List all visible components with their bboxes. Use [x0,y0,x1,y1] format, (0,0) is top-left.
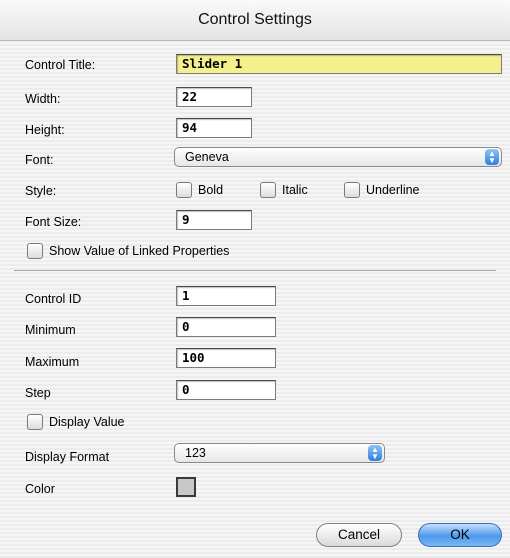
font-size-field[interactable]: 9 [176,210,252,230]
ok-button[interactable]: OK [418,523,502,547]
control-id-field[interactable]: 1 [176,286,276,306]
display-value-checkbox[interactable] [27,414,43,430]
underline-checkbox-label: Underline [366,183,420,197]
font-size-label: Font Size: [25,215,82,229]
font-label: Font: [25,153,54,167]
italic-checkbox[interactable] [260,182,276,198]
maximum-label: Maximum [25,355,80,369]
cancel-button[interactable]: Cancel [316,523,402,547]
window-title: Control Settings [0,0,510,41]
section-divider [14,270,496,271]
color-label: Color [25,482,55,496]
bold-checkbox[interactable] [176,182,192,198]
underline-checkbox[interactable] [344,182,360,198]
width-label: Width: [25,92,61,106]
height-field[interactable]: 94 [176,118,252,138]
bold-checkbox-label: Bold [198,183,224,197]
step-field[interactable]: 0 [176,380,276,400]
font-popup[interactable]: Geneva ▲ ▼ [174,147,502,167]
maximum-field[interactable]: 100 [176,348,276,368]
control-title-field[interactable]: Slider 1 [176,54,502,74]
show-linked-checkbox[interactable] [27,243,43,259]
height-label: Height: [25,123,65,137]
control-title-label: Control Title: [25,58,96,72]
display-format-label: Display Format [25,450,110,464]
control-id-label: Control ID [25,292,82,306]
minimum-label: Minimum [25,323,76,337]
color-swatch[interactable] [176,477,196,497]
style-label: Style: [25,184,57,198]
popup-arrows-icon: ▲ ▼ [368,445,382,461]
show-linked-checkbox-label: Show Value of Linked Properties [49,244,230,258]
minimum-field[interactable]: 0 [176,317,276,337]
step-label: Step [25,386,51,400]
font-popup-value: Geneva [185,150,229,164]
width-field[interactable]: 22 [176,87,252,107]
popup-arrows-icon: ▲ ▼ [485,149,499,165]
display-format-popup[interactable]: 123 ▲ ▼ [174,443,385,463]
display-format-popup-value: 123 [185,446,206,460]
italic-checkbox-label: Italic [282,183,308,197]
display-value-checkbox-label: Display Value [49,415,125,429]
